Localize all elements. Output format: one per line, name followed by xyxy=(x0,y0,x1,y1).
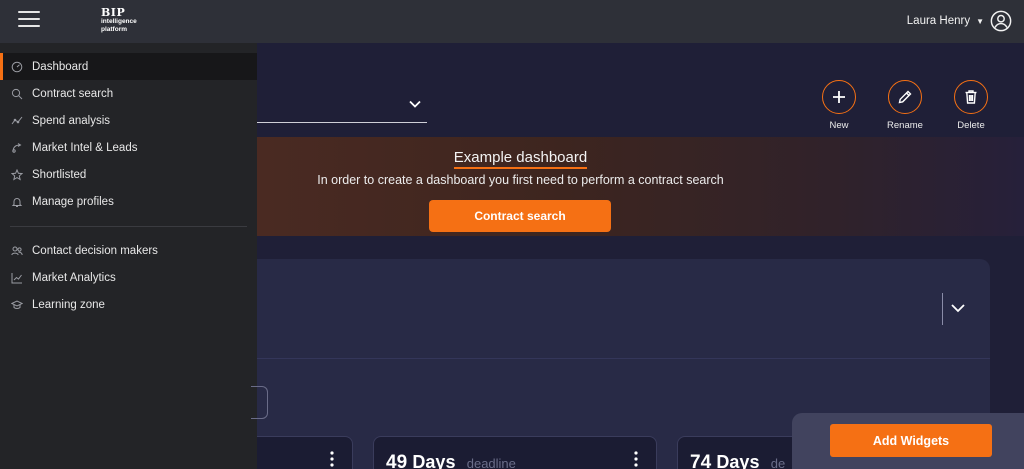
sidebar-item-dashboard[interactable]: Dashboard xyxy=(0,53,257,80)
rename-label: Rename xyxy=(887,120,923,131)
market-intel-icon xyxy=(10,141,24,155)
panel-separator xyxy=(942,293,943,325)
banner-title: Example dashboard xyxy=(257,149,784,169)
bell-icon xyxy=(10,195,24,209)
sidebar-item-label: Spend analysis xyxy=(32,114,110,127)
sidebar-item-label: Market Intel & Leads xyxy=(32,141,138,154)
dashboard-icon xyxy=(10,60,24,74)
dashboard-select[interactable] xyxy=(257,86,427,123)
sidebar-item-manage-profiles[interactable]: Manage profiles xyxy=(0,188,257,215)
user-avatar-icon xyxy=(990,10,1012,32)
sidebar-item-label: Contract search xyxy=(32,87,114,100)
contract-search-button[interactable]: Contract search xyxy=(429,200,611,232)
caret-down-icon: ▼ xyxy=(976,16,984,26)
sidebar-item-market-intel[interactable]: Market Intel & Leads xyxy=(0,134,257,161)
analytics-icon xyxy=(10,271,24,285)
sidebar-item-label: Manage profiles xyxy=(32,195,114,208)
menu-icon[interactable] xyxy=(18,11,40,29)
user-name: Laura Henry xyxy=(906,15,971,27)
sidebar-group-main: Dashboard Contract search Spend analysis… xyxy=(0,43,257,215)
search-icon xyxy=(10,87,24,101)
sidebar-item-label: Learning zone xyxy=(32,298,105,311)
contacts-icon xyxy=(10,244,24,258)
delete-label: Delete xyxy=(957,120,985,131)
card-value: 74 Days de xyxy=(690,452,785,469)
sidebar-item-spend-analysis[interactable]: Spend analysis xyxy=(0,107,257,134)
star-icon xyxy=(10,168,24,182)
sidebar-item-contract-search[interactable]: Contract search xyxy=(0,80,257,107)
chevron-down-icon[interactable] xyxy=(950,303,966,313)
chevron-down-icon xyxy=(409,100,421,108)
new-button[interactable]: New xyxy=(806,80,872,131)
sidebar-group-secondary: Contact decision makers Market Analytics… xyxy=(0,237,257,318)
card-unit: Days xyxy=(412,452,456,469)
sidebar-item-label: Dashboard xyxy=(32,60,89,73)
panel-header xyxy=(257,259,990,359)
example-dashboard-banner: Example dashboard In order to create a d… xyxy=(257,137,1024,236)
top-bar: BIP intelligence platform Laura Henry ▼ xyxy=(0,0,1024,43)
stat-card xyxy=(257,436,353,469)
user-menu[interactable]: Laura Henry ▼ xyxy=(907,9,1012,33)
card-number: 74 xyxy=(690,452,712,469)
sidebar-item-learning-zone[interactable]: Learning zone xyxy=(0,291,257,318)
app-logo[interactable]: BIP intelligence platform xyxy=(101,7,161,34)
sidebar-item-label: Market Analytics xyxy=(32,271,116,284)
filter-button[interactable] xyxy=(251,386,268,419)
card-value: 49 Days deadline xyxy=(386,452,516,469)
logo-line-2: platform xyxy=(101,26,127,33)
sidebar-item-contact-decision-makers[interactable]: Contact decision makers xyxy=(0,237,257,264)
more-vertical-icon[interactable] xyxy=(634,451,638,467)
add-widgets-button[interactable]: Add Widgets xyxy=(830,424,992,457)
graduation-icon xyxy=(10,298,24,312)
rename-button[interactable]: Rename xyxy=(872,80,938,131)
card-caption: de xyxy=(770,456,786,469)
more-vertical-icon[interactable] xyxy=(330,451,334,467)
banner-text: In order to create a dashboard you first… xyxy=(317,173,724,187)
sidebar-item-label: Contact decision makers xyxy=(32,244,158,257)
logo-brand: BIP xyxy=(101,6,126,19)
stat-card: 49 Days deadline xyxy=(373,436,657,469)
spend-icon xyxy=(10,114,24,128)
plus-icon xyxy=(822,80,856,114)
dashboard-actions: New Rename Delete xyxy=(806,80,1004,131)
new-label: New xyxy=(829,120,849,131)
banner-title-text: Example dashboard xyxy=(453,149,588,169)
delete-button[interactable]: Delete xyxy=(938,80,1004,131)
sidebar-item-shortlisted[interactable]: Shortlisted xyxy=(0,161,257,188)
sidebar: Dashboard Contract search Spend analysis… xyxy=(0,43,257,469)
trash-icon xyxy=(954,80,988,114)
card-number: 49 xyxy=(386,452,408,469)
widgets-tray: Add Widgets xyxy=(792,413,1024,469)
logo-line-1: intelligence xyxy=(101,18,137,25)
sidebar-item-label: Shortlisted xyxy=(32,168,87,181)
card-caption: deadline xyxy=(466,456,516,469)
sidebar-item-market-analytics[interactable]: Market Analytics xyxy=(0,264,257,291)
card-unit: Days xyxy=(716,452,760,469)
pencil-icon xyxy=(888,80,922,114)
sidebar-divider xyxy=(10,226,247,227)
